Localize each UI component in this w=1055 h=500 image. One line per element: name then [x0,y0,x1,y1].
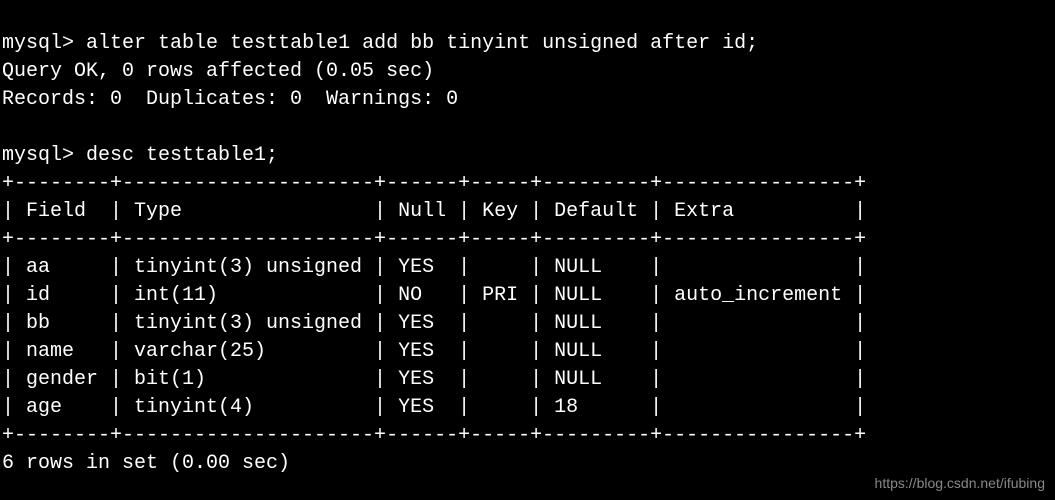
result-line-2: Records: 0 Duplicates: 0 Warnings: 0 [2,88,458,111]
table-border-mid: +--------+---------------------+------+-… [2,228,866,251]
command-2: desc testtable1; [86,144,278,167]
watermark: https://blog.csdn.net/ifubing [875,474,1045,494]
rows-footer: 6 rows in set (0.00 sec) [2,452,290,475]
prompt-1: mysql> alter table testtable1 add bb tin… [2,32,758,55]
terminal-output: mysql> alter table testtable1 add bb tin… [0,0,1055,478]
table-border-top: +--------+---------------------+------+-… [2,172,866,195]
result-line-1: Query OK, 0 rows affected (0.05 sec) [2,60,434,83]
table-header-row: | Field | Type | Null | Key | Default | … [2,200,866,223]
command-1: alter table testtable1 add bb tinyint un… [86,32,758,55]
prompt-2: mysql> desc testtable1; [2,144,278,167]
table-data-rows: | aa | tinyint(3) unsigned | YES | | NUL… [2,256,866,419]
table-border-bottom: +--------+---------------------+------+-… [2,424,866,447]
